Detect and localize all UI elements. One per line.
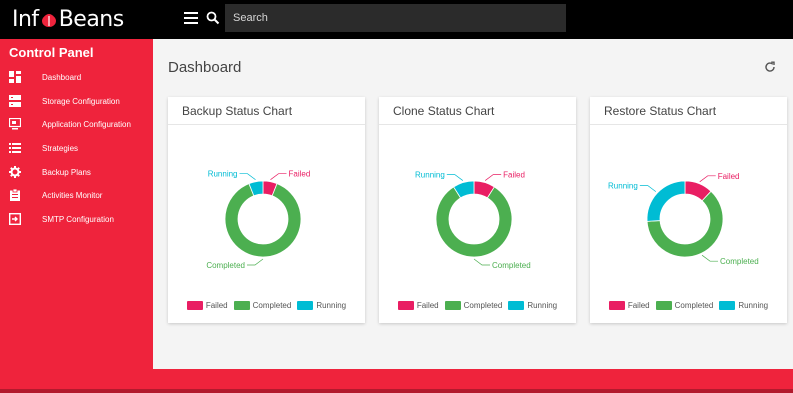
storage-icon [9,95,21,107]
legend-item-running[interactable]: Running [297,301,346,310]
search-icon[interactable] [206,11,220,25]
logo-text-left: Inf [12,7,39,32]
callout-line-completed [247,258,264,266]
legend-label: Completed [252,301,292,310]
logo[interactable]: Inf Beans [0,0,153,39]
callout-label-running: Running [208,170,238,179]
sidebar-item-label: SMTP Configuration [42,214,114,224]
login-icon [9,213,21,225]
search-input[interactable] [225,4,566,32]
chart-legend: Failed Completed Running [379,301,576,310]
clone-status-card: Clone Status Chart Failed Completed Runnin… [379,97,576,323]
legend-label: Completed [463,301,503,310]
sidebar-item-label: Storage Configuration [42,96,120,106]
refresh-icon[interactable] [764,61,776,73]
legend-swatch-failed [186,301,203,310]
slice-completed[interactable] [224,183,302,258]
callout-line-running [446,174,464,181]
callout-label-failed: Failed [288,170,310,179]
sidebar-item-storage-configuration[interactable]: Storage Configuration [0,92,153,110]
sidebar-item-label: Application Configuration [42,119,131,129]
callout-label-running: Running [608,182,638,191]
list-icon [9,143,21,153]
sidebar-item-dashboard[interactable]: Dashboard [0,68,153,86]
legend-swatch-failed [397,301,414,310]
sidebar-item-application-configuration[interactable]: Application Configuration [0,115,153,133]
legend-label: Failed [416,301,439,310]
legend-label: Failed [205,301,228,310]
backup-status-card: Backup Status Chart Failed Completed Runni… [168,97,365,323]
slice-running[interactable] [646,180,686,222]
chart-legend: Failed Completed Running [590,301,787,310]
sidebar-title: Control Panel [9,45,94,60]
callout-line-completed [473,258,490,266]
top-bar: Inf Beans [0,0,793,39]
card-title: Clone Status Chart [379,97,576,125]
callout-line-running [639,185,657,192]
sidebar-item-strategies[interactable]: Strategies [0,139,153,157]
legend-swatch-running [508,301,525,310]
sidebar-item-smtp-configuration[interactable]: SMTP Configuration [0,210,153,228]
sidebar-item-label: Dashboard [42,72,82,82]
callout-line-failed [484,174,502,181]
callout-label-completed: Completed [720,257,759,266]
slice-completed[interactable] [435,186,513,258]
sidebar: Control Panel Dashboard Storage Configur… [0,39,153,393]
sidebar-item-activities-monitor[interactable]: Activities Monitor [0,186,153,204]
legend-item-failed[interactable]: Failed [186,301,228,310]
legend-swatch-completed [444,301,461,310]
callout-line-completed [701,254,719,262]
clipboard-icon [10,189,20,201]
legend-label: Running [527,301,558,310]
page-title: Dashboard [168,59,242,76]
legend-item-failed[interactable]: Failed [397,301,439,310]
restore-status-chart: Failed Completed Running [608,172,759,266]
legend-swatch-completed [655,301,672,310]
callout-line-running [239,173,256,180]
legend-item-completed[interactable]: Completed [233,301,292,310]
gear-icon [9,166,21,178]
clone-status-chart: Failed Completed Running [415,171,531,270]
legend-swatch-running [297,301,314,310]
sidebar-item-label: Activities Monitor [42,190,103,200]
restore-status-card: Restore Status Chart Failed Completed Runn… [590,97,787,323]
legend-item-completed[interactable]: Completed [655,301,714,310]
main-content: Dashboard Backup Status Chart Failed Comp… [153,39,793,369]
callout-label-completed: Completed [492,261,531,270]
callout-label-completed: Completed [206,261,245,270]
legend-label: Running [316,301,347,310]
callout-line-failed [270,173,287,180]
sidebar-item-label: Strategies [42,143,79,153]
legend-swatch-running [719,301,736,310]
legend-label: Completed [674,301,714,310]
backup-status-chart: Failed Completed Running [206,170,310,270]
dashboard-icon [9,71,21,83]
callout-label-running: Running [415,171,445,180]
bean-logo-icon [41,13,56,27]
callout-label-failed: Failed [503,171,525,180]
legend-swatch-failed [608,301,625,310]
card-title: Backup Status Chart [168,97,365,125]
legend-item-completed[interactable]: Completed [444,301,503,310]
logo-text-right: Beans [58,7,125,32]
application-icon [9,118,21,130]
legend-label: Failed [627,301,650,310]
callout-label-failed: Failed [718,172,740,181]
legend-item-running[interactable]: Running [508,301,557,310]
sidebar-item-backup-plans[interactable]: Backup Plans [0,163,153,181]
chart-legend: Failed Completed Running [168,301,365,310]
footer-divider [0,389,793,393]
legend-swatch-completed [233,301,250,310]
card-title: Restore Status Chart [590,97,787,125]
hamburger-menu-icon[interactable] [184,12,198,26]
legend-item-running[interactable]: Running [719,301,768,310]
sidebar-item-label: Backup Plans [42,167,91,177]
legend-label: Running [738,301,769,310]
callout-line-failed [699,175,716,183]
legend-item-failed[interactable]: Failed [608,301,650,310]
